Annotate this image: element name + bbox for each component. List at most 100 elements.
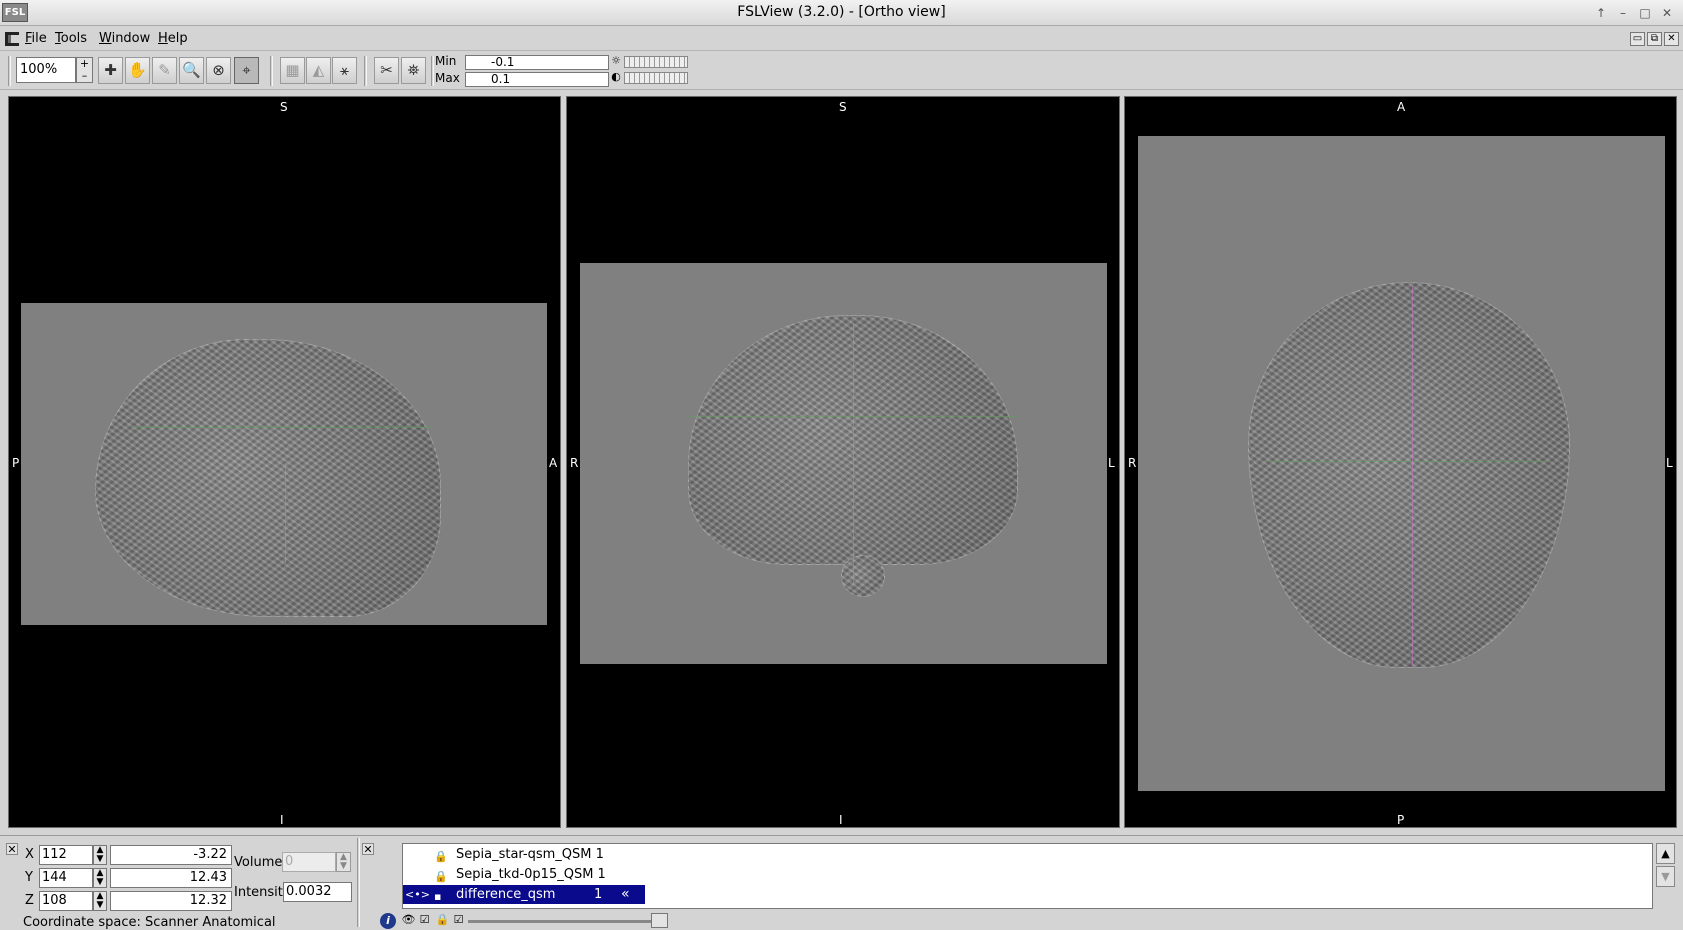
zoom-input[interactable]: 100% — [16, 57, 76, 83]
mask-tool-button[interactable]: ⚹ — [332, 57, 357, 84]
eye-icon[interactable]: 👁 — [401, 913, 416, 927]
orient-left-label: R — [570, 456, 579, 470]
mdi-restore-button[interactable]: ⧉ — [1647, 32, 1662, 46]
y-voxel-input[interactable]: 144 — [39, 868, 93, 888]
coronal-view[interactable]: S I R L — [566, 96, 1120, 828]
check-icon[interactable]: ☑ — [451, 913, 466, 927]
orient-left-label: P — [12, 456, 20, 470]
menu-file[interactable]: File — [25, 31, 47, 46]
bottom-panel: ✕ X 112 ▲ ▼ -3.22 Y 144 ▲ ▼ 12.43 Z 108 ▲ ▼… — [0, 835, 1683, 930]
visibility-eye-icon[interactable]: <•> — [405, 885, 430, 904]
brain-slice-image — [1248, 282, 1570, 668]
info-icon[interactable]: i — [380, 913, 396, 929]
layer-panel-close-button[interactable]: ✕ — [362, 843, 374, 855]
lock-icon[interactable]: 🔒 — [434, 867, 448, 886]
layer-down-button[interactable]: ▼ — [1656, 866, 1675, 887]
axial-view[interactable]: A P R L — [1124, 96, 1677, 828]
transparency-slider-track[interactable] — [468, 920, 668, 923]
zoom-magnifier-button[interactable]: 🔍 — [179, 57, 204, 84]
z-voxel-input[interactable]: 108 — [39, 891, 93, 911]
window-title: FSLView (3.2.0) - [Ortho view] — [737, 4, 946, 20]
menu-help[interactable]: Help — [158, 31, 188, 46]
x-voxel-input[interactable]: 112 — [39, 845, 93, 865]
brainstem-image — [841, 555, 885, 597]
orient-top-label: S — [280, 100, 288, 114]
check-icon[interactable]: ☑ — [417, 913, 432, 927]
fill-button[interactable]: ▦ — [280, 57, 305, 84]
crosshair-vertical — [853, 323, 854, 583]
window-maximize-button[interactable]: □ — [1636, 4, 1654, 22]
title-bar: FSL FSLView (3.2.0) - [Ortho view] ↑ – □… — [0, 0, 1683, 26]
orient-bottom-label: P — [1397, 813, 1405, 827]
brightness-slider[interactable] — [624, 56, 688, 68]
x-voxel-stepper[interactable]: ▲ ▼ — [93, 845, 107, 865]
y-label: Y — [25, 870, 33, 885]
crosshair-horizontal — [131, 427, 431, 428]
cursor-panel-close-button[interactable]: ✕ — [6, 843, 18, 855]
lock-icon[interactable]: 🔒 — [434, 847, 448, 866]
crosshair-horizontal — [690, 416, 1020, 417]
z-voxel-stepper[interactable]: ▲ ▼ — [93, 891, 107, 911]
contrast-icon: ◐ — [611, 70, 621, 83]
orient-top-label: A — [1397, 100, 1406, 114]
lock-icon[interactable]: 🔒 — [435, 913, 450, 927]
chevron-left-icon[interactable]: « — [621, 885, 630, 904]
brain-slice-image — [95, 339, 441, 617]
max-input[interactable]: 0.1 — [465, 72, 609, 87]
layer-up-button[interactable]: ▲ — [1656, 843, 1675, 864]
brightness-icon: ☼ — [611, 54, 621, 67]
layer-row[interactable]: 🔒 Sepia_star-qsm_QSM 1 — [403, 845, 645, 864]
x-mm-input[interactable]: -3.22 — [110, 845, 232, 865]
min-input[interactable]: -0.1 — [465, 55, 609, 70]
orient-right-label: L — [1108, 456, 1115, 470]
crosshair-vertical — [1412, 286, 1413, 666]
contrast-slider[interactable] — [624, 72, 688, 84]
pan-hand-button[interactable]: ✋ — [125, 57, 150, 84]
binoculars-button[interactable]: ⛯ — [401, 57, 426, 84]
lock-icon[interactable]: ▪ — [434, 887, 441, 906]
max-label: Max — [435, 71, 460, 85]
z-mm-input[interactable]: 12.32 — [110, 891, 232, 911]
panel-divider — [357, 838, 360, 927]
mdi-minimize-button[interactable]: ▭ — [1630, 32, 1645, 46]
orient-bottom-label: I — [280, 813, 284, 827]
layer-name: Sepia_star-qsm_QSM 1 — [456, 847, 604, 862]
slice-background — [21, 303, 547, 625]
coordinate-space-label: Coordinate space: Scanner Anatomical — [23, 915, 276, 930]
mdi-close-button[interactable]: ✕ — [1664, 32, 1679, 46]
toolbar: 100% + – ✚ ✋ ✎ 🔍 ⊗ ⌖ ▦ ◭ ⚹ ✂ ⛯ Min -0.1 M… — [0, 52, 1683, 90]
slice-background — [1138, 136, 1665, 791]
y-voxel-stepper[interactable]: ▲ ▼ — [93, 868, 107, 888]
toolbar-separator — [364, 56, 367, 86]
window-close-button[interactable]: ✕ — [1658, 4, 1676, 22]
layer-name: Sepia_tkd-0p15_QSM 1 — [456, 867, 606, 882]
layer-row[interactable]: 🔒 Sepia_tkd-0p15_QSM 1 — [403, 865, 645, 884]
orient-left-label: R — [1128, 456, 1137, 470]
orient-right-label: A — [549, 456, 558, 470]
pencil-button[interactable]: ✎ — [152, 57, 177, 84]
document-menu-icon[interactable] — [5, 32, 19, 46]
window-minimize-button[interactable]: – — [1614, 4, 1632, 22]
window-up-button[interactable]: ↑ — [1592, 4, 1610, 22]
cursor-mode-button[interactable]: ✚ — [98, 57, 123, 84]
mdi-controls: ▭ ⧉ ✕ — [1630, 32, 1679, 46]
zoom-stepper[interactable]: + – — [76, 57, 93, 83]
menu-window[interactable]: Window — [99, 31, 150, 46]
volume-input: 0 — [282, 852, 336, 872]
x-label: X — [25, 847, 34, 862]
zoom-reset-button[interactable]: ⊗ — [206, 57, 231, 84]
layer-list[interactable]: 🔒 Sepia_star-qsm_QSM 1 🔒 Sepia_tkd-0p15_… — [402, 843, 1653, 909]
crosshair-vertical — [285, 463, 286, 563]
z-label: Z — [25, 893, 34, 908]
min-label: Min — [435, 54, 457, 68]
crosshair-toggle-button[interactable]: ⌖ — [234, 57, 259, 84]
layer-row-selected[interactable]: <•> ▪ difference_qsm 1 « — [403, 885, 645, 904]
scissors-button[interactable]: ✂ — [374, 57, 399, 84]
volume-label: Volume — [234, 855, 283, 870]
menu-tools[interactable]: Tools — [55, 31, 87, 46]
toolbar-separator — [270, 56, 273, 86]
sagittal-view[interactable]: S I P A — [8, 96, 561, 828]
menu-bar: File Tools Window Help ▭ ⧉ ✕ — [0, 27, 1683, 51]
eraser-button[interactable]: ◭ — [306, 57, 331, 84]
y-mm-input[interactable]: 12.43 — [110, 868, 232, 888]
